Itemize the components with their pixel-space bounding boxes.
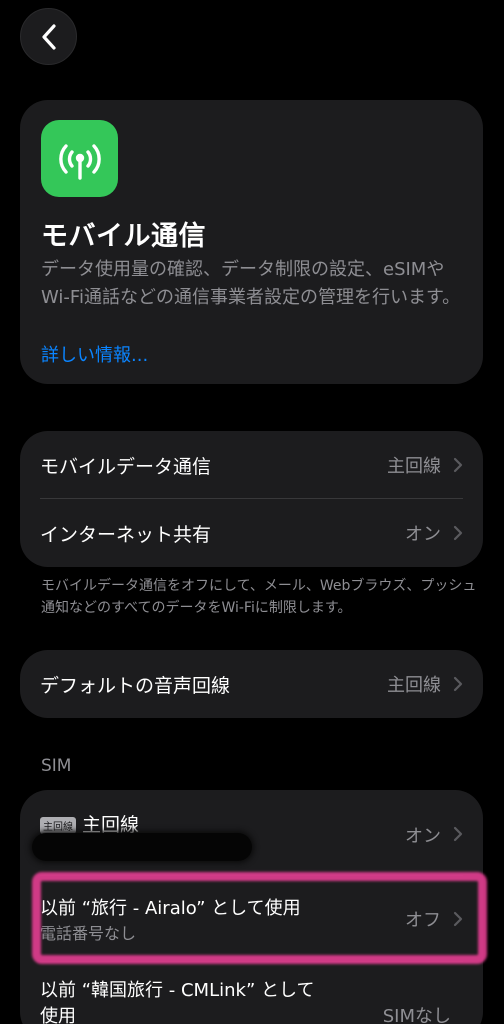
primary-badge: 主回線 xyxy=(40,817,76,834)
mobile-info-card: モバイル通信 データ使用量の確認、データ制限の設定、eSIMやWi-Fi通話など… xyxy=(20,100,483,384)
redaction-scribble xyxy=(32,833,252,861)
mobile-data-footnote: モバイルデータ通信をオフにして、メール、Webブラウズ、プッシュ通知などのすべて… xyxy=(41,578,477,616)
row-label: 以前 “韓国旅行 - CMLink” として xyxy=(40,980,315,1001)
default-voice-line-row[interactable]: デフォルトの音声回線 主回線 xyxy=(20,650,483,718)
row-label: モバイルデータ通信 xyxy=(40,455,212,478)
chevron-right-icon xyxy=(453,826,463,842)
row-value: オン xyxy=(405,826,441,847)
row-value: 主回線 xyxy=(387,456,441,477)
learn-more-link[interactable]: 詳しい情報... xyxy=(41,341,148,367)
row-label-continued: 使用 xyxy=(40,1006,76,1024)
page-title: モバイル通信 xyxy=(41,221,206,252)
back-button[interactable] xyxy=(20,8,77,65)
row-text: 以前 “韓国旅行 - CMLink” として 使用 xyxy=(40,976,383,1024)
row-label: インターネット共有 xyxy=(40,523,212,546)
row-value: 主回線 xyxy=(387,675,441,696)
sim-section-header: SIM xyxy=(41,756,72,776)
voice-line-group: デフォルトの音声回線 主回線 xyxy=(20,650,483,718)
page-description: データ使用量の確認、データ制限の設定、eSIMやWi-Fi通話などの通信事業者設… xyxy=(41,259,461,308)
chevron-left-icon xyxy=(41,23,56,50)
sim-row-cmlink[interactable]: 以前 “韓国旅行 - CMLink” として 使用 SIMなし xyxy=(20,962,483,1024)
mobile-data-row[interactable]: モバイルデータ通信 主回線 xyxy=(20,431,483,499)
row-value: SIMなし xyxy=(382,1006,451,1024)
personal-hotspot-row[interactable]: インターネット共有 オン xyxy=(20,499,483,567)
chevron-right-icon xyxy=(453,525,463,541)
row-label: デフォルトの音声回線 xyxy=(40,674,231,697)
row-value: オン xyxy=(405,524,441,545)
mobile-data-group: モバイルデータ通信 主回線 インターネット共有 オン xyxy=(20,431,483,567)
highlight-marker xyxy=(32,872,487,964)
chevron-right-icon xyxy=(453,676,463,692)
antenna-icon xyxy=(41,120,118,197)
chevron-right-icon xyxy=(453,457,463,473)
